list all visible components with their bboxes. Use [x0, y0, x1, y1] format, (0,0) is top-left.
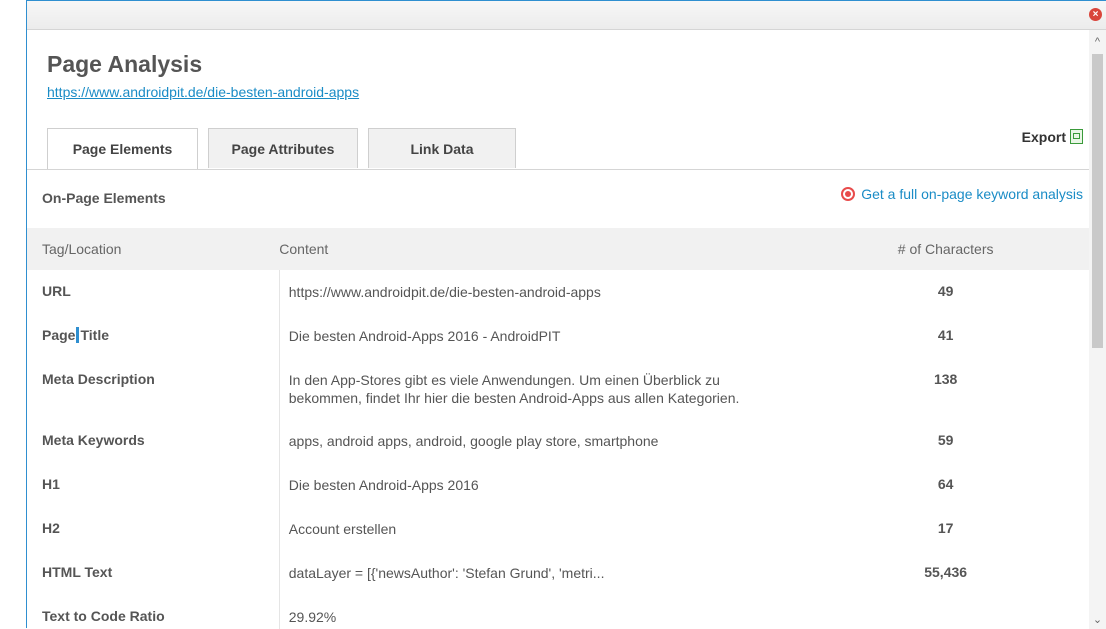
row-chars: 138 [933, 371, 958, 387]
excel-icon [1070, 129, 1083, 144]
row-tag-part: Page [42, 327, 76, 343]
title-bar: × [27, 1, 1106, 30]
row-content-line: bekommen, findet Ihr hier die besten And… [288, 390, 740, 406]
row-tag: H1 [42, 476, 60, 492]
page-elements-table: Tag/Location Content # of Characters URL… [27, 228, 1089, 629]
header-content: Content [279, 228, 803, 270]
export-button[interactable]: Export [1022, 129, 1083, 145]
row-tag: H2 [42, 520, 60, 536]
row-chars: 49 [937, 283, 954, 299]
row-tag: Text to Code Ratio [42, 608, 165, 624]
main-content: Page Analysis https://www.androidpit.de/… [27, 30, 1089, 629]
row-chars: 64 [937, 476, 954, 492]
row-chars [802, 595, 1089, 629]
row-tag: Meta Description [42, 371, 155, 387]
scroll-down-icon[interactable]: ⌄ [1089, 612, 1106, 629]
row-content-text: 29.92% [288, 609, 337, 625]
row-tag-part: Title [80, 327, 109, 343]
scroll-thumb[interactable] [1092, 54, 1103, 348]
table-row: Text to Code Ratio 29.92% [27, 595, 1089, 629]
row-content: dataLayer = [{'newsAuthor': 'Stefan Grun… [278, 551, 803, 595]
row-content-text: Die besten Android-Apps 2016 [288, 477, 479, 493]
row-content: Account erstellen [278, 507, 803, 551]
row-content-text: https://www.androidpit.de/die-besten-and… [288, 284, 601, 300]
vertical-scrollbar[interactable]: ^ ⌄ [1089, 30, 1106, 629]
row-content-line: In den App-Stores gibt es viele Anwendun… [288, 372, 720, 388]
row-content: Die besten Android-Apps 2016 - AndroidPI… [278, 314, 803, 358]
tab-page-attributes[interactable]: Page Attributes [208, 128, 358, 168]
row-content-text: apps, android apps, android, google play… [288, 433, 659, 449]
table-row: H1 Die besten Android-Apps 2016 64 [27, 463, 1089, 507]
tab-link-data[interactable]: Link Data [368, 128, 516, 168]
row-chars: 17 [937, 520, 954, 536]
row-content: https://www.androidpit.de/die-besten-and… [278, 270, 803, 314]
row-tag: HTML Text [42, 564, 113, 580]
row-content-text: Die besten Android-Apps 2016 - AndroidPI… [288, 328, 561, 344]
row-content: In den App-Stores gibt es viele Anwendun… [278, 358, 803, 419]
export-label: Export [1021, 129, 1066, 145]
row-chars: 55,436 [924, 564, 968, 580]
page-title: Page Analysis [47, 51, 203, 77]
row-chars: 59 [937, 432, 954, 448]
target-icon [841, 187, 856, 201]
row-content: apps, android apps, android, google play… [278, 419, 803, 463]
header-tag-location: Tag/Location [27, 228, 280, 270]
tab-page-elements[interactable]: Page Elements [47, 128, 198, 170]
table-row: Meta Keywords apps, android apps, androi… [27, 419, 1089, 463]
header-characters: # of Characters [802, 228, 1089, 270]
tab-divider [27, 169, 1089, 170]
keyword-analysis-link[interactable]: Get a full on-page keyword analysis [841, 186, 1083, 202]
close-icon[interactable]: × [1089, 8, 1102, 21]
row-content: Die besten Android-Apps 2016 [278, 463, 803, 507]
table-row: Meta Description In den App-Stores gibt … [27, 358, 1089, 419]
row-tag: Page Title [27, 314, 279, 358]
table-row: URL https://www.androidpit.de/die-besten… [27, 270, 1089, 314]
row-tag: Meta Keywords [42, 432, 145, 448]
page-analysis-window: × Page Analysis https://www.androidpit.d… [26, 0, 1106, 629]
row-content-text: Account erstellen [288, 521, 397, 537]
row-tag: URL [42, 283, 71, 299]
keyword-analysis-label: Get a full on-page keyword analysis [861, 186, 1083, 202]
page-url-link[interactable]: https://www.androidpit.de/die-besten-and… [47, 84, 359, 100]
row-chars: 41 [937, 327, 954, 343]
table-row: HTML Text dataLayer = [{'newsAuthor': 'S… [27, 551, 1089, 595]
table-header-row: Tag/Location Content # of Characters [27, 228, 1089, 270]
row-content: 29.92% [278, 595, 803, 629]
scroll-up-icon[interactable]: ^ [1089, 34, 1106, 51]
section-heading: On-Page Elements [42, 190, 166, 206]
row-content-text: dataLayer = [{'newsAuthor': 'Stefan Grun… [288, 565, 605, 581]
table-row: Page Title Die besten Android-Apps 2016 -… [27, 314, 1089, 358]
table-row: H2 Account erstellen 17 [27, 507, 1089, 551]
